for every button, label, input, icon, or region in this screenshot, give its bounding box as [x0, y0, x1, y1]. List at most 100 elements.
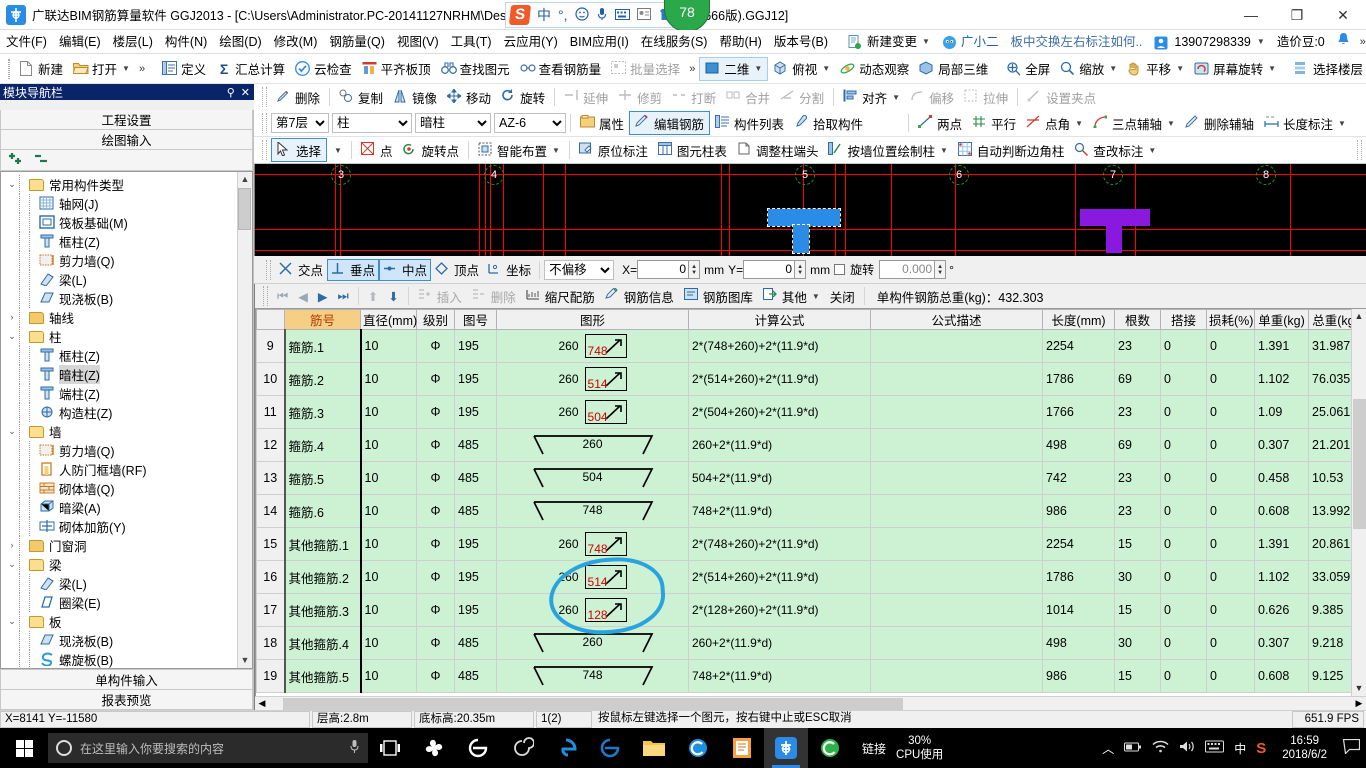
table-row[interactable]: 16 其他箍筋.2 10 Φ 195 260 514 2*(514+260)+2*(11.9*… [256, 560, 1351, 594]
rotate-checkbox[interactable] [834, 264, 846, 275]
cell-unit-weight[interactable]: 0.608 [1254, 494, 1309, 528]
menu-view[interactable]: 视图(V) [391, 30, 445, 54]
minimize-button[interactable]: — [1228, 0, 1274, 30]
cell-count[interactable]: 23 [1114, 329, 1161, 363]
account-button[interactable]: 13907298339 ▼ [1148, 30, 1270, 54]
chevron-down-icon[interactable]: ▼ [1167, 119, 1175, 128]
select-floor-button[interactable]: 选择楼层 [1289, 57, 1366, 81]
find-element-button[interactable]: 查找图元 [436, 57, 515, 81]
menu-modify[interactable]: 修改(M) [268, 30, 324, 54]
cell-loss[interactable]: 0 [1206, 395, 1255, 429]
toolbar-grip[interactable] [262, 140, 267, 160]
sogou-logo-icon[interactable]: S [508, 5, 532, 25]
tray-ime-mode[interactable]: 中 [1234, 740, 1246, 757]
tree-item[interactable]: ⌄ 常用构件类型 [5, 174, 237, 194]
rebar-library-button[interactable]: 钢筋图库 [679, 286, 758, 307]
tree-twisty-icon[interactable]: ⌄ [5, 331, 19, 342]
tray-expand-icon[interactable]: ︿ [1102, 740, 1114, 757]
move-button[interactable]: 移动 [442, 85, 496, 109]
cell-lap[interactable]: 0 [1160, 494, 1207, 528]
menu-edit[interactable]: 编辑(E) [53, 30, 107, 54]
rebar-info-button[interactable]: 钢筋信息 [600, 286, 679, 307]
cad-drawing-area[interactable]: 3 4 5 6 7 8 3400 [254, 164, 1366, 256]
cell-formula[interactable]: 2*(128+260)+2*(11.9*d) [688, 593, 871, 627]
column-flange[interactable] [1080, 209, 1150, 226]
tree-item[interactable]: 梁(L) [5, 573, 237, 593]
cell-lap[interactable]: 0 [1160, 329, 1207, 363]
cell-shape[interactable]: 260 748 [496, 527, 689, 561]
menu-cloud-apps[interactable]: 云应用(Y) [498, 30, 564, 54]
selected-column-web[interactable] [792, 224, 810, 254]
taskbar-ggj-icon[interactable] [764, 728, 808, 768]
cell-rebar-no[interactable]: 箍筋.2 [284, 362, 362, 396]
table-vertical-scrollbar[interactable]: ▲ ▼ [1351, 309, 1366, 696]
col-header-shape[interactable]: 图形 [496, 309, 689, 330]
pick-member-button[interactable]: 拾取构件 [789, 111, 868, 135]
cell-count[interactable]: 30 [1114, 560, 1161, 594]
chevron-down-icon[interactable]: ▼ [940, 146, 948, 155]
nav-button-project-settings[interactable]: 工程设置 [0, 110, 253, 130]
cell-formula[interactable]: 260+2*(11.9*d) [688, 428, 871, 462]
rebar-shape[interactable]: 748 [497, 660, 688, 692]
tree-item[interactable]: 构造柱(Z) [5, 402, 237, 422]
taskbar-ie-2-icon[interactable] [588, 728, 632, 768]
tree-item[interactable]: 暗柱(Z) [5, 364, 237, 384]
chevron-down-icon[interactable]: ▼ [922, 30, 930, 54]
cell-diameter[interactable]: 10 [360, 329, 417, 363]
view-rebar-quantity-button[interactable]: 查看钢筋量 [515, 57, 607, 81]
col-header-diameter[interactable]: 直径(mm) [360, 309, 417, 330]
edit-rebar-button[interactable]: 编辑钢筋 [629, 111, 711, 135]
top-view-button[interactable]: 俯视 ▼ [768, 57, 835, 81]
y-spinner[interactable]: ▲ ▼ [795, 260, 807, 279]
cell-loss[interactable]: 0 [1206, 428, 1255, 462]
col-header-figure-no[interactable]: 图号 [454, 309, 497, 330]
scroll-thumb[interactable] [283, 697, 903, 710]
cell-lap[interactable]: 0 [1160, 527, 1207, 561]
other-menu-button[interactable]: 其他 ▼ [758, 286, 825, 307]
cell-lap[interactable]: 0 [1160, 659, 1207, 693]
tree-item[interactable]: 砌体加筋(Y) [5, 516, 237, 536]
notification-bell-button[interactable] [1331, 30, 1356, 54]
cell-formula[interactable]: 2*(514+260)+2*(11.9*d) [688, 560, 871, 594]
copy-button[interactable]: 复制 [334, 85, 388, 109]
point-tool-button[interactable]: 点 [356, 138, 398, 162]
tree-item[interactable]: 人防门框墙(RF) [5, 459, 237, 479]
chevron-down-icon[interactable]: ▼ [812, 292, 820, 301]
toolbar-grip[interactable] [266, 259, 271, 280]
cell-length[interactable]: 986 [1042, 659, 1115, 693]
col-header-unit-weight[interactable]: 单重(kg) [1254, 309, 1309, 330]
element-column-table-button[interactable]: 图元柱表 [653, 138, 732, 162]
cell-formula[interactable]: 260+2*(11.9*d) [688, 626, 871, 660]
tree-item[interactable]: 框柱(Z) [5, 345, 237, 365]
chevron-down-icon[interactable]: ▼ [329, 146, 347, 155]
tree-item[interactable]: 砌体墙(Q) [5, 478, 237, 498]
tray-sogou-icon[interactable]: S [1256, 740, 1266, 757]
cell-shape[interactable]: 260 [496, 626, 689, 660]
cell-diameter[interactable]: 10 [360, 428, 417, 462]
extend-button[interactable]: 延伸 [559, 85, 613, 109]
cell-shape[interactable]: 748 [496, 659, 689, 693]
cell-grade[interactable]: Φ [416, 395, 455, 429]
rotate-button[interactable]: 旋转 [496, 85, 550, 109]
cell-figure-no[interactable]: 195 [454, 527, 497, 561]
cell-unit-weight[interactable]: 0.626 [1254, 593, 1309, 627]
cell-lap[interactable]: 0 [1160, 593, 1207, 627]
close-button[interactable]: ✕ [1320, 0, 1366, 30]
cell-loss[interactable]: 0 [1206, 659, 1255, 693]
chevron-down-icon[interactable]: ▼ [1109, 64, 1117, 73]
cell-total-weight[interactable]: 13.992 [1308, 494, 1351, 528]
tree-item[interactable]: 剪力墙(Q) [5, 440, 237, 460]
delete-axis-button[interactable]: 删除辅轴 [1180, 111, 1259, 135]
cell-diameter[interactable]: 10 [360, 659, 417, 693]
cell-total-weight[interactable]: 31.987 [1308, 329, 1351, 363]
toolbar1-overflow-button[interactable]: » [135, 63, 149, 75]
taskbar-notes-icon[interactable] [720, 728, 764, 768]
cell-lap[interactable]: 0 [1160, 560, 1207, 594]
cell-formula[interactable]: 2*(748+260)+2*(11.9*d) [688, 329, 871, 363]
cell-formula-desc[interactable] [870, 659, 1043, 693]
col-header-count[interactable]: 根数 [1114, 309, 1161, 330]
category-select[interactable]: 柱 [332, 113, 412, 133]
two-dimension-button[interactable]: 二维 ▼ [699, 56, 769, 81]
snap-midpoint-button[interactable]: 中点 [379, 258, 432, 281]
cell-grade[interactable]: Φ [416, 593, 455, 627]
